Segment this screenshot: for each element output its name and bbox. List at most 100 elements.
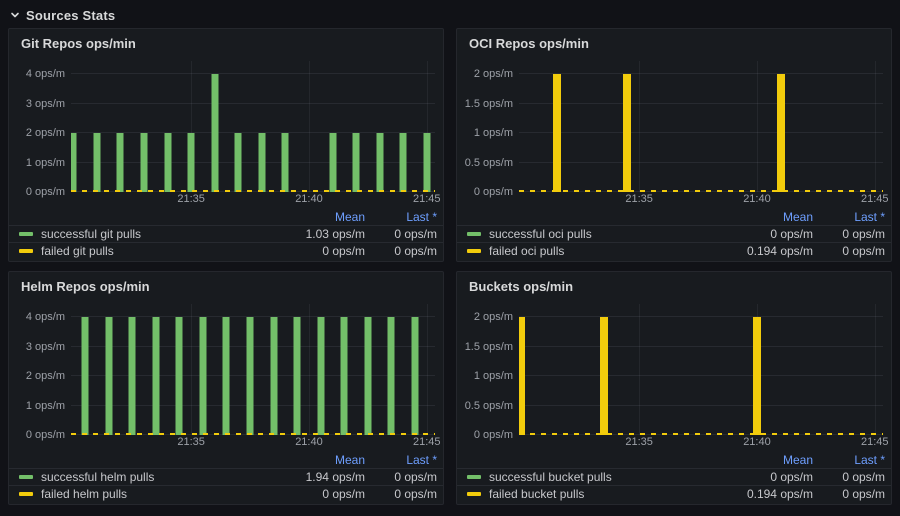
- y-tick-label: 1 ops/m: [474, 127, 513, 139]
- data-bar: [753, 317, 761, 435]
- panel-oci-repos: OCI Repos ops/min 0 ops/m0.5 ops/m1 ops/…: [456, 28, 892, 262]
- section-row-sources-stats[interactable]: Sources Stats: [8, 4, 892, 26]
- series-name-text: failed git pulls: [41, 244, 114, 258]
- series-name-text: successful helm pulls: [41, 470, 154, 484]
- legend-last-header[interactable]: Last *: [365, 210, 437, 224]
- y-tick-label: 2 ops/m: [474, 311, 513, 323]
- legend-series-label[interactable]: failed bucket pulls: [467, 487, 717, 501]
- data-bar: [329, 133, 336, 192]
- x-tick-label: 21:35: [177, 193, 205, 205]
- series-color-chip: [467, 232, 481, 236]
- x-tick-label: 21:40: [743, 193, 771, 205]
- series-name-text: failed oci pulls: [489, 244, 564, 258]
- panel-title[interactable]: Git Repos ops/min: [9, 29, 443, 57]
- series-color-chip: [467, 475, 481, 479]
- data-bar: [341, 317, 348, 435]
- legend-last-header[interactable]: Last *: [365, 453, 437, 467]
- data-bar: [376, 133, 383, 192]
- series-name-text: successful git pulls: [41, 227, 141, 241]
- gridline: [519, 405, 883, 406]
- data-bar: [353, 133, 360, 192]
- chart-area: 0 ops/m0.5 ops/m1 ops/m1.5 ops/m2 ops/m: [457, 300, 891, 435]
- y-tick-label: 3 ops/m: [26, 341, 65, 353]
- y-tick-label: 0 ops/m: [474, 429, 513, 441]
- chart-area: 0 ops/m1 ops/m2 ops/m3 ops/m4 ops/m: [9, 57, 443, 192]
- x-tick-label: 21:45: [861, 436, 889, 448]
- data-bar: [129, 317, 136, 435]
- plot-region[interactable]: [519, 61, 883, 192]
- plot-region[interactable]: [71, 304, 435, 435]
- gridline: [639, 61, 640, 192]
- section-title: Sources Stats: [26, 8, 115, 23]
- series-last-value: 0 ops/m: [365, 227, 437, 241]
- x-axis: 21:3521:4021:45: [71, 193, 435, 208]
- data-bar: [294, 317, 301, 435]
- series-mean-value: 0 ops/m: [717, 227, 813, 241]
- zero-value-dashed-line: [519, 190, 883, 192]
- series-mean-value: 0 ops/m: [269, 244, 365, 258]
- series-mean-value: 1.03 ops/m: [269, 227, 365, 241]
- series-last-value: 0 ops/m: [813, 227, 885, 241]
- legend-series-row: failed bucket pulls0.194 ops/m0 ops/m: [457, 485, 891, 502]
- series-color-chip: [19, 492, 33, 496]
- series-color-chip: [19, 232, 33, 236]
- panel-title[interactable]: Buckets ops/min: [457, 272, 891, 300]
- y-tick-label: 0 ops/m: [26, 429, 65, 441]
- y-tick-label: 0 ops/m: [474, 186, 513, 198]
- legend-mean-header[interactable]: Mean: [269, 210, 365, 224]
- plot-region[interactable]: [71, 61, 435, 192]
- legend-series-label[interactable]: failed git pulls: [19, 244, 269, 258]
- legend-series-label[interactable]: failed oci pulls: [467, 244, 717, 258]
- legend-series-label[interactable]: successful helm pulls: [19, 470, 269, 484]
- data-bar: [164, 133, 171, 192]
- legend-mean-header[interactable]: Mean: [717, 453, 813, 467]
- legend-series-label[interactable]: failed helm pulls: [19, 487, 269, 501]
- gridline: [519, 162, 883, 163]
- x-tick-label: 21:45: [413, 436, 441, 448]
- y-tick-label: 2 ops/m: [26, 127, 65, 139]
- data-bar: [411, 317, 418, 435]
- series-mean-value: 0 ops/m: [269, 487, 365, 501]
- plot-region[interactable]: [519, 304, 883, 435]
- panel-helm-repos: Helm Repos ops/min 0 ops/m1 ops/m2 ops/m…: [8, 271, 444, 505]
- data-bar: [777, 74, 785, 192]
- legend-mean-header[interactable]: Mean: [269, 453, 365, 467]
- legend-mean-header[interactable]: Mean: [717, 210, 813, 224]
- legend-series-label[interactable]: successful bucket pulls: [467, 470, 717, 484]
- y-tick-label: 0.5 ops/m: [465, 400, 513, 412]
- legend-series-row: successful oci pulls 0 ops/m0 ops/m: [457, 225, 891, 242]
- series-name-text: successful oci pulls: [489, 227, 592, 241]
- data-bar: [105, 317, 112, 435]
- series-color-chip: [467, 492, 481, 496]
- y-tick-label: 1 ops/m: [26, 400, 65, 412]
- series-last-value: 0 ops/m: [813, 244, 885, 258]
- gridline: [519, 346, 883, 347]
- chart-area: 0 ops/m1 ops/m2 ops/m3 ops/m4 ops/m: [9, 300, 443, 435]
- legend-last-header[interactable]: Last *: [813, 210, 885, 224]
- gridline: [875, 304, 876, 435]
- legend-header-row: MeanLast *: [9, 209, 443, 225]
- data-bar: [235, 133, 242, 192]
- y-tick-label: 1 ops/m: [26, 157, 65, 169]
- y-tick-label: 0 ops/m: [26, 186, 65, 198]
- legend: MeanLast *successful bucket pulls0 ops/m…: [457, 451, 891, 504]
- gridline: [309, 61, 310, 192]
- x-tick-label: 21:40: [295, 193, 323, 205]
- x-tick-label: 21:40: [743, 436, 771, 448]
- y-tick-label: 3 ops/m: [26, 98, 65, 110]
- legend-series-row: successful bucket pulls0 ops/m0 ops/m: [457, 468, 891, 485]
- dashboard-page: Sources Stats Git Repos ops/min 0 ops/m1…: [0, 0, 900, 513]
- panel-title[interactable]: OCI Repos ops/min: [457, 29, 891, 57]
- series-last-value: 0 ops/m: [813, 487, 885, 501]
- x-axis: 21:3521:4021:45: [519, 193, 883, 208]
- legend-last-header[interactable]: Last *: [813, 453, 885, 467]
- panel-grid: Git Repos ops/min 0 ops/m1 ops/m2 ops/m3…: [8, 28, 892, 505]
- legend-series-label[interactable]: successful git pulls: [19, 227, 269, 241]
- panel-title[interactable]: Helm Repos ops/min: [9, 272, 443, 300]
- data-bar: [400, 133, 407, 192]
- legend-series-label[interactable]: successful oci pulls: [467, 227, 717, 241]
- series-mean-value: 1.94 ops/m: [269, 470, 365, 484]
- gridline: [191, 304, 192, 435]
- data-bar: [317, 317, 324, 435]
- data-bar: [211, 74, 218, 192]
